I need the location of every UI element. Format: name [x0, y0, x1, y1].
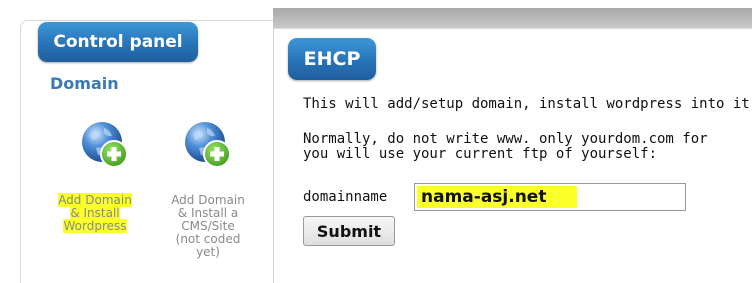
add-domain-wordpress-label: Add Domain & Install Wordpress — [58, 193, 132, 233]
add-domain-wordpress-link[interactable]: Add Domain & Install Wordpress — [45, 181, 145, 233]
add-domain-cms-label: Add Domain & Install a CMS/Site (not cod… — [171, 193, 245, 259]
domainname-label: domainname — [303, 189, 388, 205]
top-bar — [273, 8, 752, 28]
domain-section-heading: Domain — [50, 74, 119, 93]
add-domain-cms-link[interactable]: Add Domain & Install a CMS/Site (not cod… — [158, 181, 258, 259]
globe-add-icon[interactable] — [78, 118, 132, 172]
domainname-value: nama-asj.net — [417, 186, 577, 208]
ehcp-tab-title: EHCP — [288, 38, 376, 80]
domainname-input[interactable]: nama-asj.net — [414, 183, 686, 211]
control-panel-title: Control panel — [38, 22, 198, 62]
description-line-3: you will use your current ftp of yoursel… — [303, 146, 658, 162]
description-line-1: This will add/setup domain, install word… — [303, 96, 750, 112]
description-line-2: Normally, do not write www. only yourdom… — [303, 131, 708, 147]
globe-add-icon[interactable] — [181, 118, 235, 172]
submit-button[interactable]: Submit — [303, 216, 395, 246]
